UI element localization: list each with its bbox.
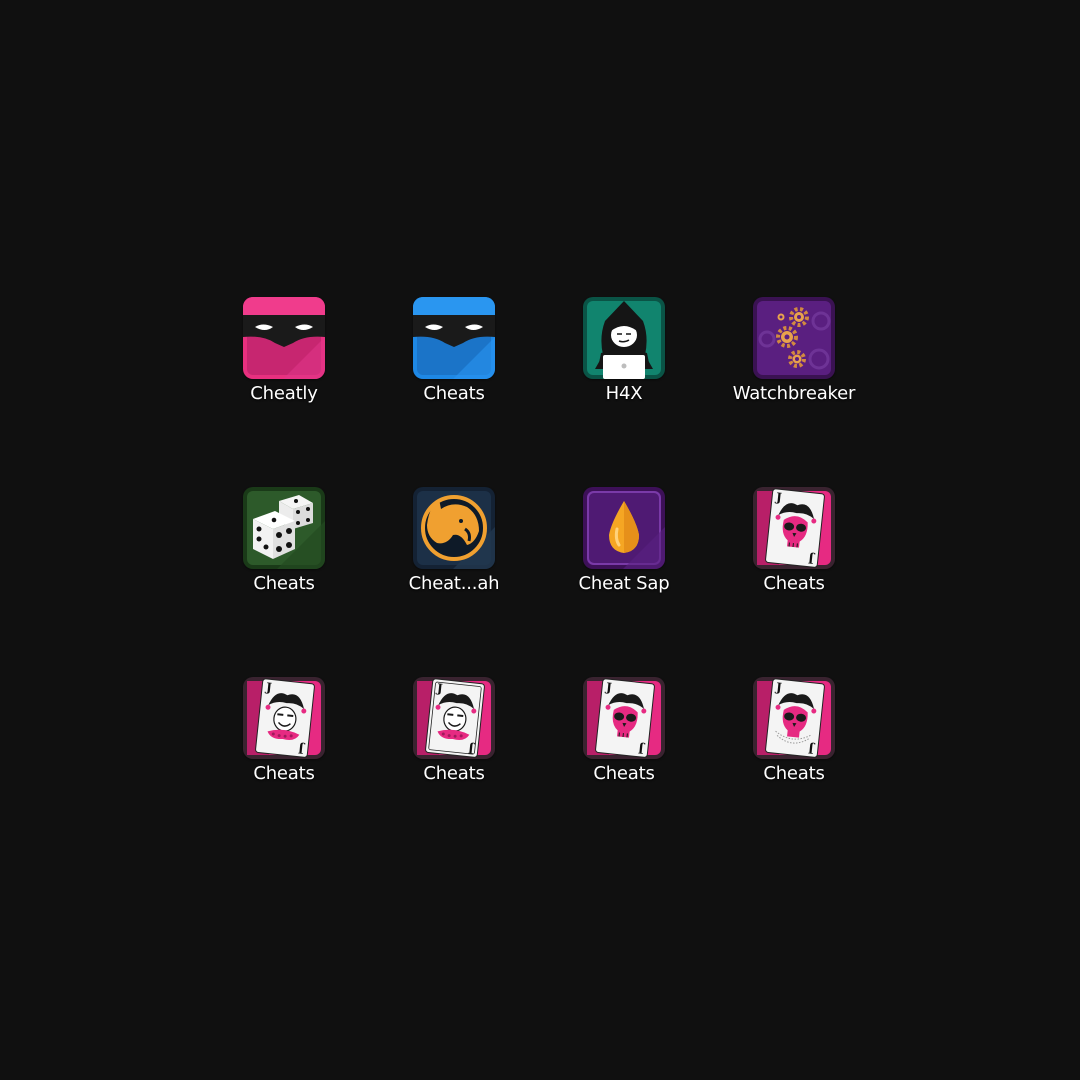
pink-bandit-mask-icon [243, 297, 325, 379]
app-label: Cheat Sap [578, 573, 670, 594]
app-cheats-jester-2[interactable]: J J Cheats [204, 677, 364, 797]
app-label: Cheats [593, 763, 655, 784]
jester-card-icon: J J [413, 677, 495, 759]
app-label: Cheats [253, 763, 315, 784]
app-label: H4X [605, 383, 643, 404]
app-label: Cheats [763, 573, 825, 594]
app-label: Cheat...ah [408, 573, 500, 594]
app-cheats-jester-4[interactable]: J J Cheats [544, 677, 704, 797]
blue-bandit-mask-icon [413, 297, 495, 379]
app-label: Cheats [423, 383, 485, 404]
app-label: Cheats [423, 763, 485, 784]
jester-card-icon: J J [243, 677, 325, 759]
sap-drop-icon [583, 487, 665, 569]
app-label: Cheats [253, 573, 315, 594]
app-label: Cheats [763, 763, 825, 784]
gears-icon [753, 297, 835, 379]
jester-skull-card-icon: J J [753, 677, 835, 759]
app-label: Cheatly [250, 383, 318, 404]
app-grid: Cheatly Cheats H4X Watchbreaker Cheats C… [0, 0, 1080, 1080]
app-cheatly[interactable]: Cheatly [204, 297, 364, 417]
hooded-hacker-icon [583, 297, 665, 379]
app-watchbreaker[interactable]: Watchbreaker [714, 297, 874, 417]
app-cheats-jester-1[interactable]: J J Cheats [714, 487, 874, 607]
jester-skull-card-icon: J J [753, 487, 835, 569]
app-cheatah[interactable]: Cheat...ah [374, 487, 534, 607]
app-cheats-jester-3[interactable]: J J Cheats [374, 677, 534, 797]
app-cheats-blue[interactable]: Cheats [374, 297, 534, 417]
cheetah-icon [413, 487, 495, 569]
dice-icon [243, 487, 325, 569]
app-cheat-sap[interactable]: Cheat Sap [544, 487, 704, 607]
jester-skull-card-icon: J J [583, 677, 665, 759]
app-cheats-dice[interactable]: Cheats [204, 487, 364, 607]
app-label: Watchbreaker [732, 383, 856, 404]
app-cheats-jester-5[interactable]: J J Cheats [714, 677, 874, 797]
app-h4x[interactable]: H4X [544, 297, 704, 417]
